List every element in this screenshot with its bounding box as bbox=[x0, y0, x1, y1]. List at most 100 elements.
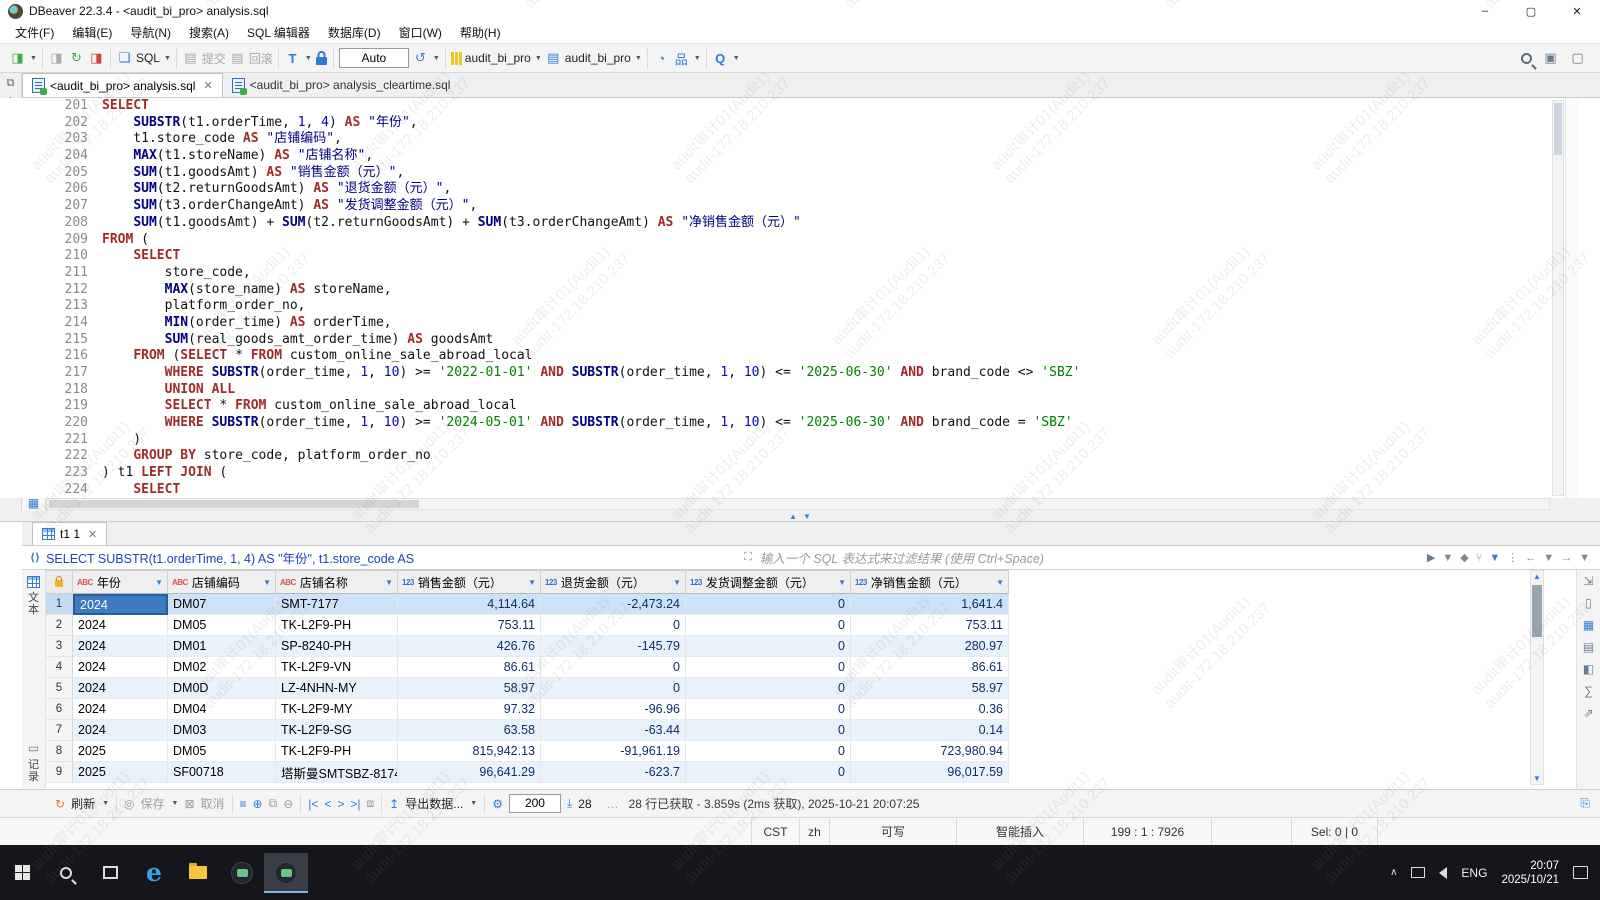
results-tab-t1[interactable]: t1 1 ✕ bbox=[32, 522, 107, 545]
edge-button[interactable]: e bbox=[132, 853, 176, 893]
export-dropdown[interactable]: ▼ bbox=[470, 800, 477, 807]
filter-history-dropdown[interactable]: ▼ bbox=[1442, 552, 1453, 564]
code-line[interactable]: 222 GROUP BY store_code, platform_order_… bbox=[46, 448, 1600, 465]
restore-panel-icon[interactable]: ⧉ bbox=[7, 77, 15, 90]
grid-cell[interactable]: 426.76 bbox=[398, 636, 541, 657]
record-toggle[interactable]: 记录 bbox=[28, 759, 39, 783]
code-line[interactable]: 201SELECT bbox=[46, 98, 1600, 115]
disconnect-icon[interactable]: ◨ bbox=[48, 50, 65, 67]
grid-cell[interactable]: 58.97 bbox=[398, 678, 541, 699]
code-line[interactable]: 224 SELECT bbox=[46, 482, 1600, 498]
connection-combo-dropdown[interactable]: ▼ bbox=[535, 55, 542, 62]
panel-maximize-icon[interactable]: ⇲ bbox=[1583, 574, 1593, 588]
tray-clock[interactable]: 20:07 2025/10/21 bbox=[1501, 859, 1559, 887]
schema-combo[interactable]: audit_bi_pro bbox=[565, 51, 631, 65]
grid-cell[interactable]: 2024 bbox=[73, 720, 168, 741]
column-header-0[interactable]: ABC年份▼ bbox=[73, 570, 168, 594]
panel-grid-icon[interactable]: ▦ bbox=[1583, 618, 1594, 632]
connect-icon[interactable]: ◨ bbox=[9, 50, 26, 67]
grid-cell[interactable]: LZ-4NHN-MY bbox=[276, 678, 398, 699]
grid-cell[interactable]: -63.44 bbox=[541, 720, 686, 741]
column-filter-dropdown[interactable]: ▼ bbox=[673, 578, 681, 587]
schema-combo-dropdown[interactable]: ▼ bbox=[635, 55, 642, 62]
app-button-1[interactable] bbox=[220, 853, 264, 893]
grid-cell[interactable]: -96.96 bbox=[541, 699, 686, 720]
grid-cell[interactable]: 0 bbox=[541, 657, 686, 678]
grid-cell[interactable]: 0 bbox=[686, 720, 851, 741]
nav-forward-icon[interactable]: → bbox=[1561, 552, 1572, 564]
apply-filter-icon[interactable]: ▶ bbox=[1427, 551, 1435, 564]
app-button-dbeaver[interactable] bbox=[264, 853, 308, 893]
row-number[interactable]: 2 bbox=[46, 615, 73, 636]
grid-cell[interactable]: 2025 bbox=[73, 741, 168, 762]
remove-filter-icon[interactable]: ⑂ bbox=[1476, 552, 1483, 564]
search-dropdown[interactable]: ▼ bbox=[733, 55, 740, 62]
grid-cell[interactable]: SF00718 bbox=[168, 762, 276, 783]
grid-cell[interactable]: -623.7 bbox=[541, 762, 686, 783]
tray-display-icon[interactable] bbox=[1411, 867, 1425, 878]
grid-cell[interactable]: 2024 bbox=[73, 678, 168, 699]
row-number[interactable]: 5 bbox=[46, 678, 73, 699]
menu-item-6[interactable]: 窗口(W) bbox=[390, 24, 451, 41]
gear-icon[interactable]: ⚙ bbox=[492, 797, 503, 811]
row-number[interactable]: 6 bbox=[46, 699, 73, 720]
nav-first-icon[interactable]: |< bbox=[308, 797, 318, 811]
row-number[interactable]: 9 bbox=[46, 762, 73, 783]
quick-search-icon[interactable] bbox=[1521, 53, 1532, 64]
commit-icon[interactable]: ▤ bbox=[182, 50, 199, 67]
grid-cell[interactable]: DM01 bbox=[168, 636, 276, 657]
panel-metadata-icon[interactable]: ▤ bbox=[1583, 640, 1594, 654]
column-header-1[interactable]: ABC店铺编码▼ bbox=[168, 570, 276, 594]
code-line[interactable]: 205 SUM(t1.goodsAmt) AS "销售金额（元）", bbox=[46, 165, 1600, 182]
grid-cell[interactable]: DM03 bbox=[168, 720, 276, 741]
grid-cell[interactable]: 280.97 bbox=[851, 636, 1009, 657]
column-header-5[interactable]: 123发货调整金额（元）▼ bbox=[686, 570, 851, 594]
cancel-button[interactable]: 取消 bbox=[201, 795, 225, 812]
rollback-label[interactable]: 回滚 bbox=[249, 50, 273, 67]
maximize-button[interactable]: ▢ bbox=[1508, 0, 1554, 22]
column-header-4[interactable]: 123退货金额（元）▼ bbox=[541, 570, 686, 594]
code-line[interactable]: 206 SUM(t2.returnGoodsAmt) AS "退货金额（元）", bbox=[46, 181, 1600, 198]
grid-cell[interactable]: DM05 bbox=[168, 615, 276, 636]
column-filter-dropdown[interactable]: ▼ bbox=[528, 578, 536, 587]
grid-cell[interactable]: 0 bbox=[541, 615, 686, 636]
grid-cell[interactable]: TK-L2F9-SG bbox=[276, 720, 398, 741]
grid-cell[interactable]: DM02 bbox=[168, 657, 276, 678]
row-number[interactable]: 3 bbox=[46, 636, 73, 657]
grid-cell[interactable]: 58.97 bbox=[851, 678, 1009, 699]
transaction-log-dropdown[interactable]: ▼ bbox=[305, 55, 312, 62]
code-line[interactable]: 223) t1 LEFT JOIN ( bbox=[46, 465, 1600, 482]
column-filter-dropdown[interactable]: ▼ bbox=[155, 578, 163, 587]
text-view-tab[interactable]: 文本 bbox=[28, 592, 39, 616]
menu-item-1[interactable]: 编辑(E) bbox=[63, 24, 121, 41]
lock-icon[interactable] bbox=[315, 51, 328, 66]
editor-tab-1[interactable]: <audit_bi_pro> analysis_cleartime.sql bbox=[223, 73, 460, 97]
grid-cell[interactable]: 塔斯曼SMTSBZ-8174 bbox=[276, 762, 398, 783]
copy-result-icon[interactable]: ⎘ bbox=[1580, 796, 1590, 810]
grid-cell[interactable]: TK-L2F9-MY bbox=[276, 699, 398, 720]
transaction-mode-label[interactable]: SQL bbox=[136, 51, 160, 65]
code-line[interactable]: 208 SUM(t1.goodsAmt) + SUM(t2.returnGood… bbox=[46, 215, 1600, 232]
grid-cell[interactable]: 723,980.94 bbox=[851, 741, 1009, 762]
menu-item-2[interactable]: 导航(N) bbox=[121, 24, 180, 41]
grid-cell[interactable]: 1,641.4 bbox=[851, 594, 1009, 615]
grid-cell[interactable]: -91,961.19 bbox=[541, 741, 686, 762]
refresh-dropdown[interactable]: ▼ bbox=[102, 800, 109, 807]
save-dropdown[interactable]: ▼ bbox=[172, 800, 179, 807]
file-explorer-button[interactable] bbox=[176, 853, 220, 893]
column-filter-dropdown[interactable]: ▼ bbox=[838, 578, 846, 587]
grid-cell[interactable]: SP-8240-PH bbox=[276, 636, 398, 657]
grid-cell[interactable]: 63.58 bbox=[398, 720, 541, 741]
task-view-button[interactable] bbox=[88, 853, 132, 893]
grid-cell[interactable]: DM0D bbox=[168, 678, 276, 699]
grid-cell[interactable]: 0 bbox=[686, 699, 851, 720]
row-number[interactable]: 1 bbox=[46, 594, 73, 615]
grid-cell[interactable]: 2024 bbox=[73, 657, 168, 678]
grid-corner-cell[interactable] bbox=[46, 570, 73, 594]
nav-next-icon[interactable]: > bbox=[337, 797, 344, 811]
grid-cell[interactable]: 2024 bbox=[73, 615, 168, 636]
grid-cell[interactable]: TK-L2F9-PH bbox=[276, 741, 398, 762]
column-header-2[interactable]: ABC店铺名称▼ bbox=[276, 570, 398, 594]
grid-cell[interactable]: -2,473.24 bbox=[541, 594, 686, 615]
filter-query-text[interactable]: SELECT SUBSTR(t1.orderTime, 1, 4) AS "年份… bbox=[46, 548, 736, 567]
